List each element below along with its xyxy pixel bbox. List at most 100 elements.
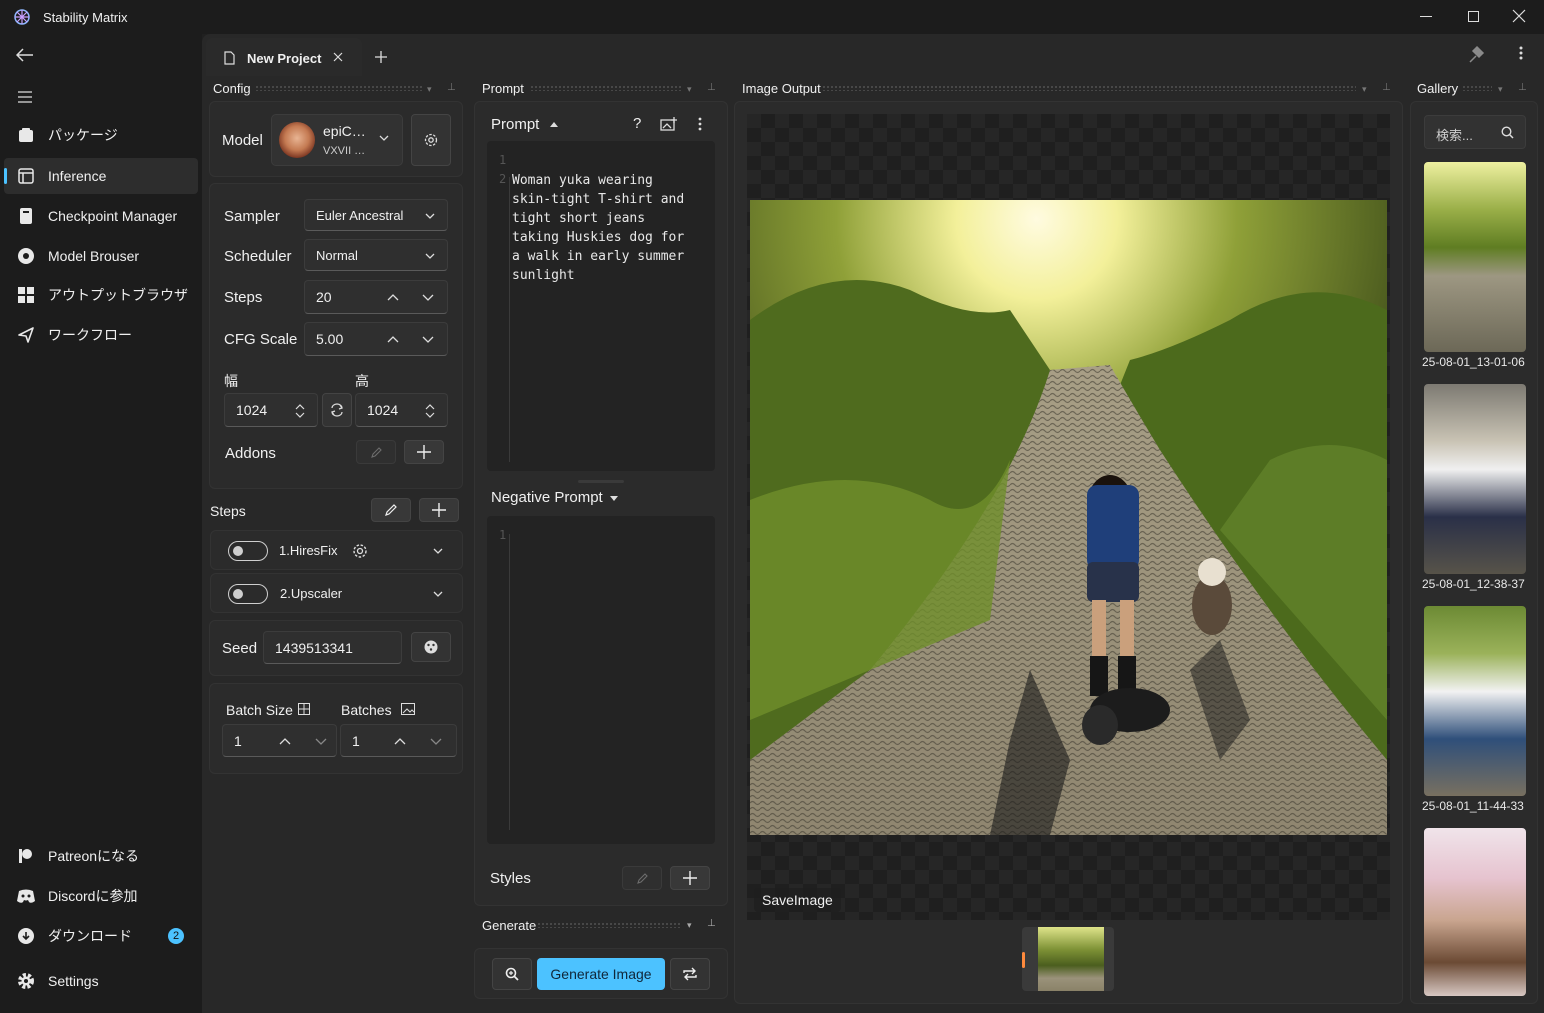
cfg-stepper[interactable]: 5.00 (304, 322, 448, 356)
download-count-badge: 2 (168, 928, 184, 944)
width-label: 幅 (224, 373, 238, 389)
gallery-thumbnail[interactable] (1424, 384, 1526, 574)
sidebar-item-model-browser[interactable]: Model Brouser (4, 238, 198, 274)
minimize-button[interactable] (1420, 16, 1432, 17)
more-options-icon[interactable] (698, 117, 702, 131)
close-window-button[interactable] (1512, 9, 1526, 23)
back-arrow-icon[interactable] (16, 48, 34, 62)
panel-grip (537, 922, 682, 928)
sampler-select[interactable]: Euler Ancestral (304, 199, 448, 231)
scheduler-select[interactable]: Normal (304, 239, 448, 271)
sidebar-item-downloads[interactable]: ダウンロード 2 (4, 918, 198, 954)
steps-stepper[interactable]: 20 (304, 280, 448, 314)
panel-pin-icon[interactable]: ⊥ (447, 82, 456, 93)
image-output-panel-title: Image Output (742, 81, 821, 96)
sidebar: パッケージ Inference Checkpoint Manager Model… (0, 34, 202, 1013)
model-settings-button[interactable] (411, 114, 451, 166)
sidebar-item-discord[interactable]: Discordに参加 (4, 878, 198, 914)
sidebar-item-inference[interactable]: Inference (4, 158, 198, 194)
upscaler-toggle[interactable] (228, 584, 268, 604)
document-icon (224, 51, 235, 65)
sidebar-item-checkpoint-manager[interactable]: Checkpoint Manager (4, 198, 198, 234)
save-image-button[interactable]: SaveImage (754, 888, 841, 912)
hamburger-menu-icon[interactable] (18, 91, 32, 103)
panel-pin-icon[interactable]: ⊥ (1382, 82, 1391, 93)
batches-stepper[interactable]: 1 (340, 724, 457, 757)
model-selector[interactable]: epiC… VXVII … (271, 114, 403, 166)
panel-grip (822, 85, 1356, 91)
hiresfix-toggle[interactable] (228, 541, 268, 561)
prompt-editor[interactable]: 1 2 Woman yuka wearing skin-tight T-shir… (487, 141, 715, 471)
insert-image-icon[interactable] (660, 116, 678, 132)
negative-prompt-editor[interactable]: 1 (487, 516, 715, 844)
edit-steps-button[interactable] (371, 498, 411, 522)
gallery-thumbnail[interactable] (1424, 606, 1526, 796)
generate-image-button[interactable]: Generate Image (537, 958, 665, 990)
styles-label: Styles (490, 870, 531, 887)
plus-icon (417, 445, 431, 459)
sidebar-item-packages[interactable]: パッケージ (4, 117, 198, 153)
steps-section-label: Steps (210, 503, 246, 519)
batch-size-stepper[interactable]: 1 (222, 724, 337, 757)
panel-dropdown-icon[interactable]: ▾ (687, 84, 692, 95)
send-icon (4, 327, 48, 343)
swap-dimensions-button[interactable] (322, 393, 352, 427)
chevron-down-icon (422, 294, 434, 301)
cfg-value: 5.00 (316, 331, 344, 347)
grid-icon (4, 287, 48, 303)
panel-dropdown-icon[interactable]: ▾ (1498, 84, 1503, 95)
line-number: 2 (499, 172, 507, 186)
gallery-thumbnail[interactable] (1424, 828, 1526, 996)
tab-new-project[interactable]: New Project (206, 38, 362, 76)
output-image[interactable] (750, 200, 1387, 835)
more-options-icon[interactable] (1519, 46, 1523, 60)
sidebar-item-settings[interactable]: Settings (4, 963, 198, 999)
sidebar-item-label: ダウンロード (48, 928, 132, 944)
negative-prompt-header[interactable]: Negative Prompt (491, 489, 603, 506)
sidebar-item-workflow[interactable]: ワークフロー (4, 317, 198, 353)
edit-styles-button[interactable] (622, 866, 662, 890)
step-item-hiresfix[interactable]: 1.HiresFix (210, 530, 463, 570)
up-down-icon (425, 404, 435, 418)
panel-dropdown-icon[interactable]: ▾ (1362, 84, 1367, 95)
panel-pin-icon[interactable]: ⊥ (1518, 82, 1527, 93)
chevron-up-icon (279, 738, 291, 745)
sidebar-item-label: Discordに参加 (48, 888, 138, 904)
panel-dropdown-icon[interactable]: ▾ (687, 920, 692, 931)
steps-label: Steps (224, 289, 263, 306)
help-icon[interactable]: ? (633, 115, 641, 132)
output-thumbnail[interactable] (1038, 927, 1104, 991)
repeat-generate-button[interactable] (670, 958, 710, 990)
panel-pin-icon[interactable]: ⊥ (707, 82, 716, 93)
edit-addons-button[interactable] (356, 440, 396, 464)
panel-pin-icon[interactable]: ⊥ (707, 918, 716, 929)
seed-input[interactable]: 1439513341 (263, 631, 402, 664)
close-tab-icon[interactable] (333, 52, 343, 62)
width-input[interactable]: 1024 (224, 393, 318, 427)
caret-down-icon[interactable] (610, 496, 618, 501)
config-panel-title: Config (213, 81, 251, 96)
chevron-down-icon (379, 135, 389, 141)
batch-size-value: 1 (234, 732, 242, 749)
gallery-search-input[interactable]: 検索... (1424, 115, 1526, 149)
caret-up-icon[interactable] (550, 122, 558, 127)
gallery-caption: 25-08-01_12-38-37 (1422, 577, 1525, 591)
step-item-upscaler[interactable]: 2.Upscaler (210, 573, 463, 613)
add-step-button[interactable] (419, 498, 459, 522)
add-addon-button[interactable] (404, 440, 444, 464)
new-tab-plus-icon[interactable] (375, 51, 387, 63)
resize-handle[interactable] (578, 480, 624, 483)
panel-dropdown-icon[interactable]: ▾ (427, 84, 432, 95)
gallery-thumbnail[interactable] (1424, 162, 1526, 352)
sidebar-item-output-browser[interactable]: アウトプットブラウザ (4, 277, 198, 313)
maximize-button[interactable] (1468, 11, 1479, 22)
height-input[interactable]: 1024 (355, 393, 448, 427)
gear-icon (353, 544, 367, 558)
prompt-header[interactable]: Prompt (491, 116, 539, 133)
zoom-button[interactable] (492, 958, 532, 990)
add-style-button[interactable] (670, 866, 710, 890)
random-seed-button[interactable] (411, 632, 451, 662)
sidebar-item-patreon[interactable]: Patreonになる (4, 838, 198, 874)
pin-icon[interactable] (1466, 44, 1488, 64)
chevron-down-icon (433, 548, 443, 554)
